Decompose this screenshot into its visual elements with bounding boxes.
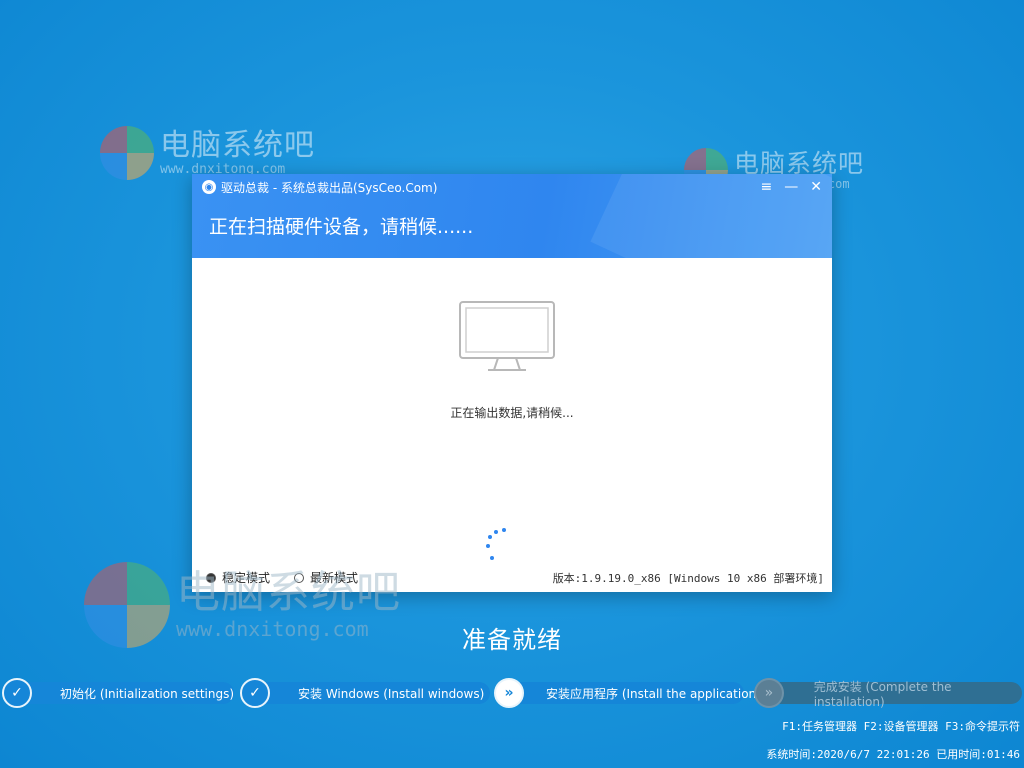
step-label: 完成安装 (Complete the installation) xyxy=(813,679,952,709)
check-icon: ✓ xyxy=(240,678,270,708)
version-text: 版本:1.9.19.0_x86 [Windows 10 x86 部署环境] xyxy=(552,572,824,585)
monitor-icon xyxy=(459,301,555,371)
step-label: 安装 Windows (Install windows) xyxy=(298,686,485,701)
watermark-text: 电脑系统吧 xyxy=(160,127,315,163)
driver-window: ◉ 驱动总裁 - 系统总裁出品(SysCeo.Com) ≡ — ✕ 正在扫描硬件… xyxy=(192,174,832,592)
watermark-logo-icon xyxy=(100,126,154,180)
step-install-windows: ✓ 安装 Windows (Install windows) xyxy=(240,678,490,708)
watermark-text: 电脑系统吧 xyxy=(176,567,401,618)
header-message: 正在扫描硬件设备，请稍候...... xyxy=(209,216,474,238)
status-ready: 准备就绪 xyxy=(462,626,562,654)
system-clock: 系统时间:2020/6/7 22:01:26 已用时间:01:46 xyxy=(766,748,1020,761)
window-controls: ≡ — ✕ xyxy=(761,179,822,195)
watermark-text: 电脑系统吧 xyxy=(734,148,865,178)
menu-icon[interactable]: ≡ xyxy=(761,179,773,195)
function-keys-hint: F1:任务管理器 F2:设备管理器 F3:命令提示符 xyxy=(782,720,1020,733)
title-bar: ◉ 驱动总裁 - 系统总裁出品(SysCeo.Com) ≡ — ✕ xyxy=(192,174,832,200)
watermark-top-left: 电脑系统吧 www.dnxitong.com xyxy=(100,126,315,180)
loading-spinner-icon xyxy=(482,528,512,564)
step-label: 初始化 (Initialization settings) xyxy=(60,686,235,701)
app-logo-icon: ◉ xyxy=(202,180,216,194)
step-initialization: ✓ 初始化 (Initialization settings) xyxy=(2,678,234,708)
minimize-icon[interactable]: — xyxy=(784,179,798,195)
check-icon: ✓ xyxy=(2,678,32,708)
close-icon[interactable]: ✕ xyxy=(810,179,822,195)
double-chevron-icon: » xyxy=(494,678,524,708)
install-steps: ✓ 初始化 (Initialization settings) ✓ 安装 Win… xyxy=(0,678,1024,709)
step-complete-installation: » 完成安装 (Complete the installation) xyxy=(754,678,1024,709)
scan-message: 正在输出数据,请稍候... xyxy=(450,406,574,420)
double-chevron-icon: » xyxy=(754,678,784,708)
window-title: 驱动总裁 - 系统总裁出品(SysCeo.Com) xyxy=(221,180,438,195)
window-header: ◉ 驱动总裁 - 系统总裁出品(SysCeo.Com) ≡ — ✕ 正在扫描硬件… xyxy=(192,174,832,258)
step-label: 安装应用程序 (Install the application) xyxy=(546,686,761,701)
window-body: 正在输出数据,请稍候... 稳定模式 最新模式 版本:1.9.19.0_x86 … xyxy=(192,258,832,592)
step-install-application: » 安装应用程序 (Install the application) xyxy=(494,678,761,708)
